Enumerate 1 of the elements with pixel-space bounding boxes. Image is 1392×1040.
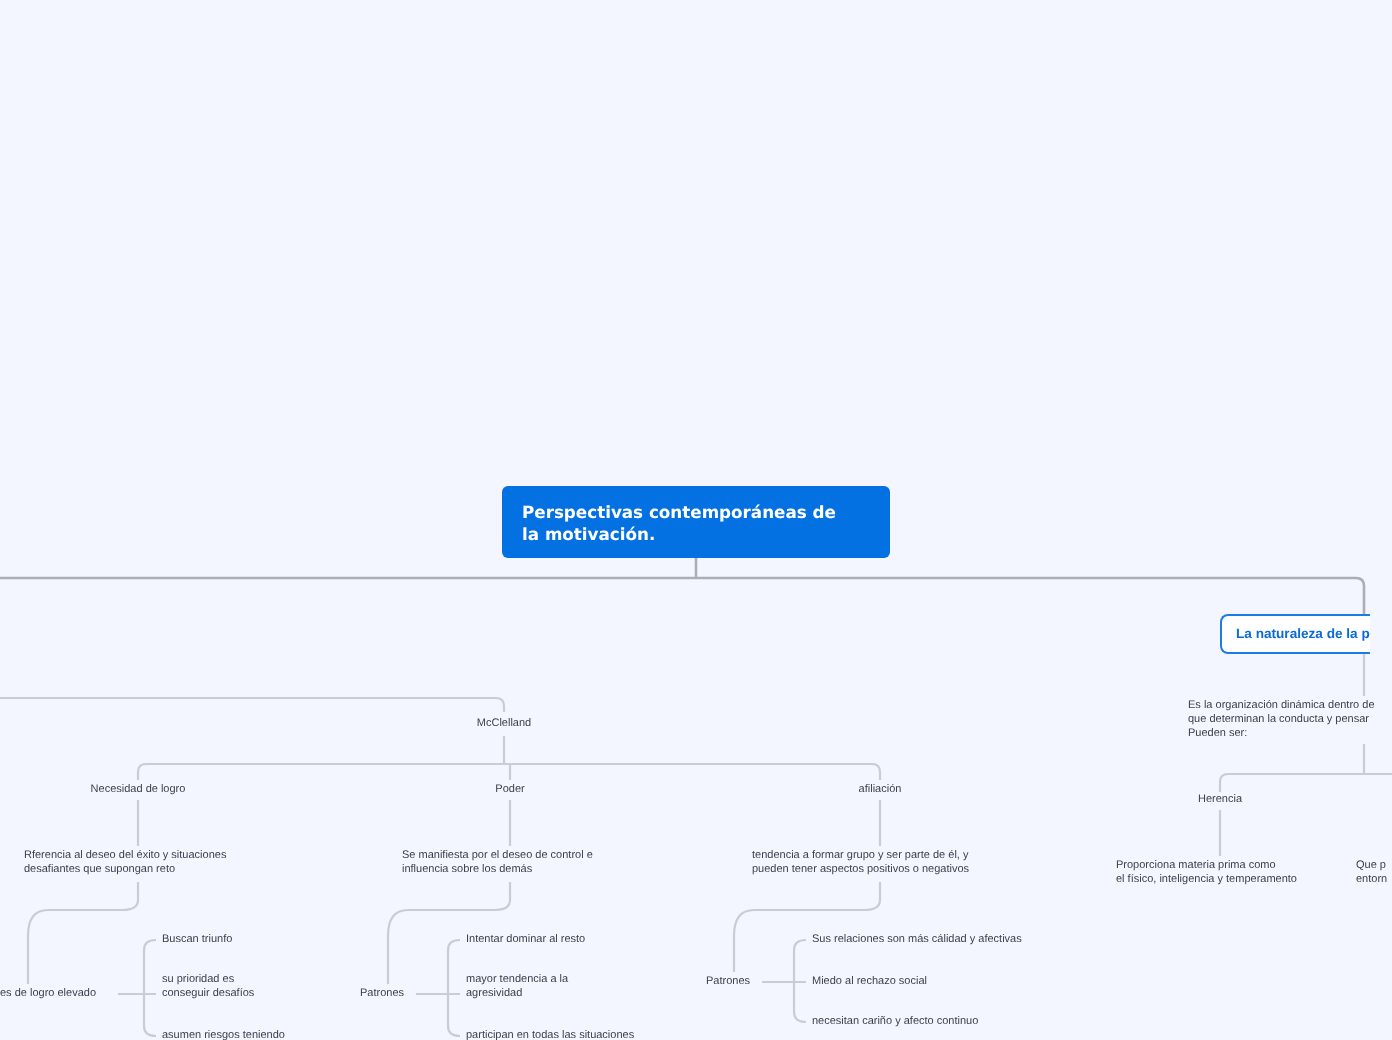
central-topic[interactable]: Perspectivas contemporáneas de la motivación. [502, 486, 890, 558]
